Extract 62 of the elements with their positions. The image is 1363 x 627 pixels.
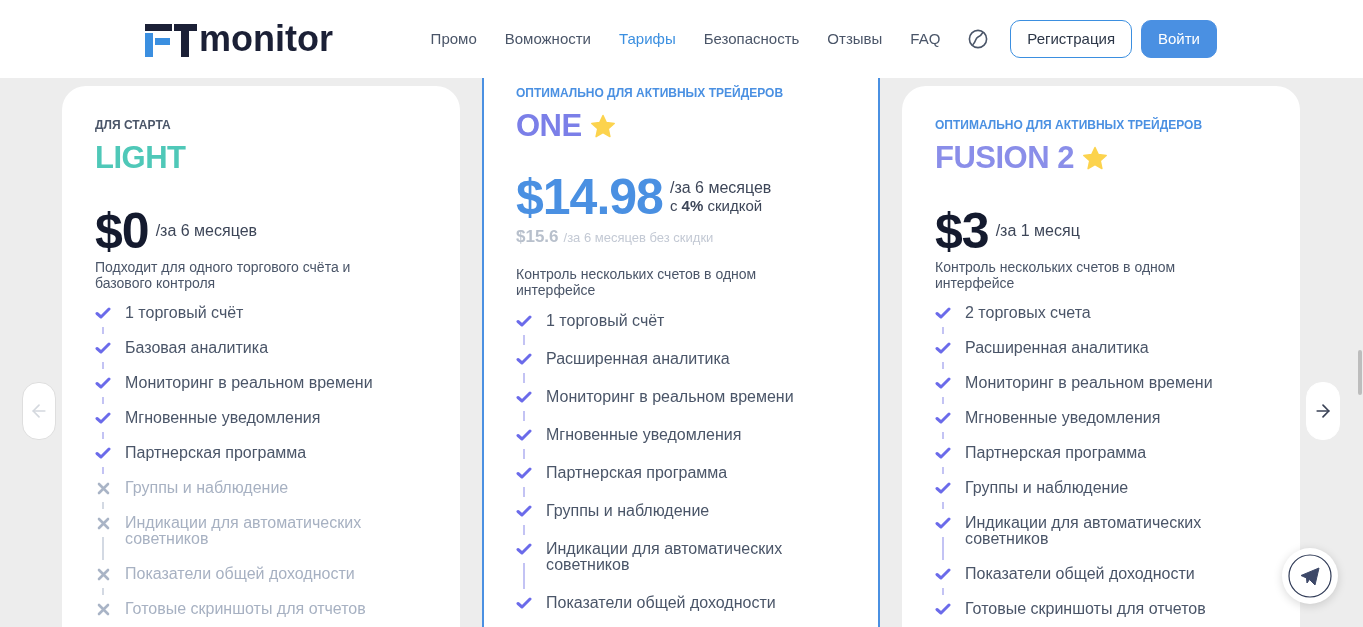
plan-name: ONE [516,108,582,144]
feature-text: Индикации для автоматических советников [546,541,784,573]
feature-text: Расширенная аналитика [965,340,1149,356]
old-price-period: /за 6 месяцев без скидки [563,229,714,247]
plan-description: Контроль нескольких счетов в одном интерфейсе [935,259,1177,291]
feature-text: Показатели общей доходности [965,566,1195,582]
feature-text: Показатели общей доходности [546,595,776,611]
connector-line [102,537,104,560]
nav-link[interactable]: Промо [430,27,477,51]
logo-icon [145,24,197,57]
plan-tagline: ОПТИМАЛЬНО ДЛЯ АКТИВНЫХ ТРЕЙДЕРОВ [516,86,784,100]
plan-name: LIGHT [95,140,186,176]
feature-text: Готовые скриншоты для отчетов [965,601,1206,617]
feature-text: Расширенная аналитика [546,351,730,367]
feature-text: Мониторинг в реальном времени [965,375,1213,391]
plan-tagline: ОПТИМАЛЬНО ДЛЯ АКТИВНЫХ ТРЕЙДЕРОВ [935,118,1203,132]
old-price: $15.6 [516,227,559,247]
feature-text: Группы и наблюдение [125,480,289,496]
price-period: /за 6 месяцев [155,222,258,240]
feature-text: Мгновенные уведомления [965,410,1161,426]
feature-text: Показатели общей доходности [125,566,355,582]
feature-text: Группы и наблюдение [546,503,710,519]
feature-text: Группы и наблюдение [965,480,1129,496]
ball-icon[interactable] [968,29,989,49]
nav-link[interactable]: Отзывы [827,27,883,51]
nav-link[interactable]: Воможности [504,27,591,51]
feature-text: Мониторинг в реальном времени [546,389,794,405]
feature-text: 1 торговый счёт [546,313,665,329]
feature-text: Готовые скриншоты для отчетов [125,601,366,617]
feature-text: Партнерская программа [546,465,728,481]
plan-description: Контроль нескольких счетов в одном интерфейсе [516,266,758,298]
price-period: /за 6 месяцев [669,179,772,197]
price-period: /за 1 месяц [995,222,1080,240]
star-icon [589,113,616,139]
feature-text: Партнерская программа [125,445,307,461]
feature-text: Базовая аналитика [125,340,269,356]
plan-tagline: ДЛЯ СТАРТА [95,118,171,132]
scrollbar-thumb[interactable] [1358,350,1362,395]
feature-text: Индикации для автоматических советников [965,515,1203,547]
discount-note: с 4% скидкой [669,197,763,215]
star-icon [1081,145,1108,171]
connector-line [942,537,944,560]
feature-text: Индикации для автоматических советников [125,515,363,547]
feature-text: Мгновенные уведомления [546,427,742,443]
logo-text: monitor [199,21,333,57]
plan-description: Подходит для одного торгового счёта и базового контроля [95,259,352,291]
telegram-button[interactable] [1282,548,1338,604]
paper-plane-icon [1288,554,1332,598]
plan-price: $0 [95,206,149,256]
next-button[interactable] [1306,382,1340,440]
plan-price: $3 [935,206,989,256]
connector-line [523,563,525,589]
nav-link[interactable]: Безопасность [703,27,800,51]
feature-text: Мгновенные уведомления [125,410,321,426]
feature-text: Партнерская программа [965,445,1147,461]
plan-name: FUSION 2 [935,140,1074,176]
feature-text: 1 торговый счёт [125,305,244,321]
feature-text: Мониторинг в реальном времени [125,375,373,391]
plan-price: $14.98 [516,172,663,222]
signup-button[interactable]: Регистрация [1010,20,1132,58]
nav-link[interactable]: FAQ [910,27,941,51]
feature-text: 2 торговых счета [965,305,1091,321]
